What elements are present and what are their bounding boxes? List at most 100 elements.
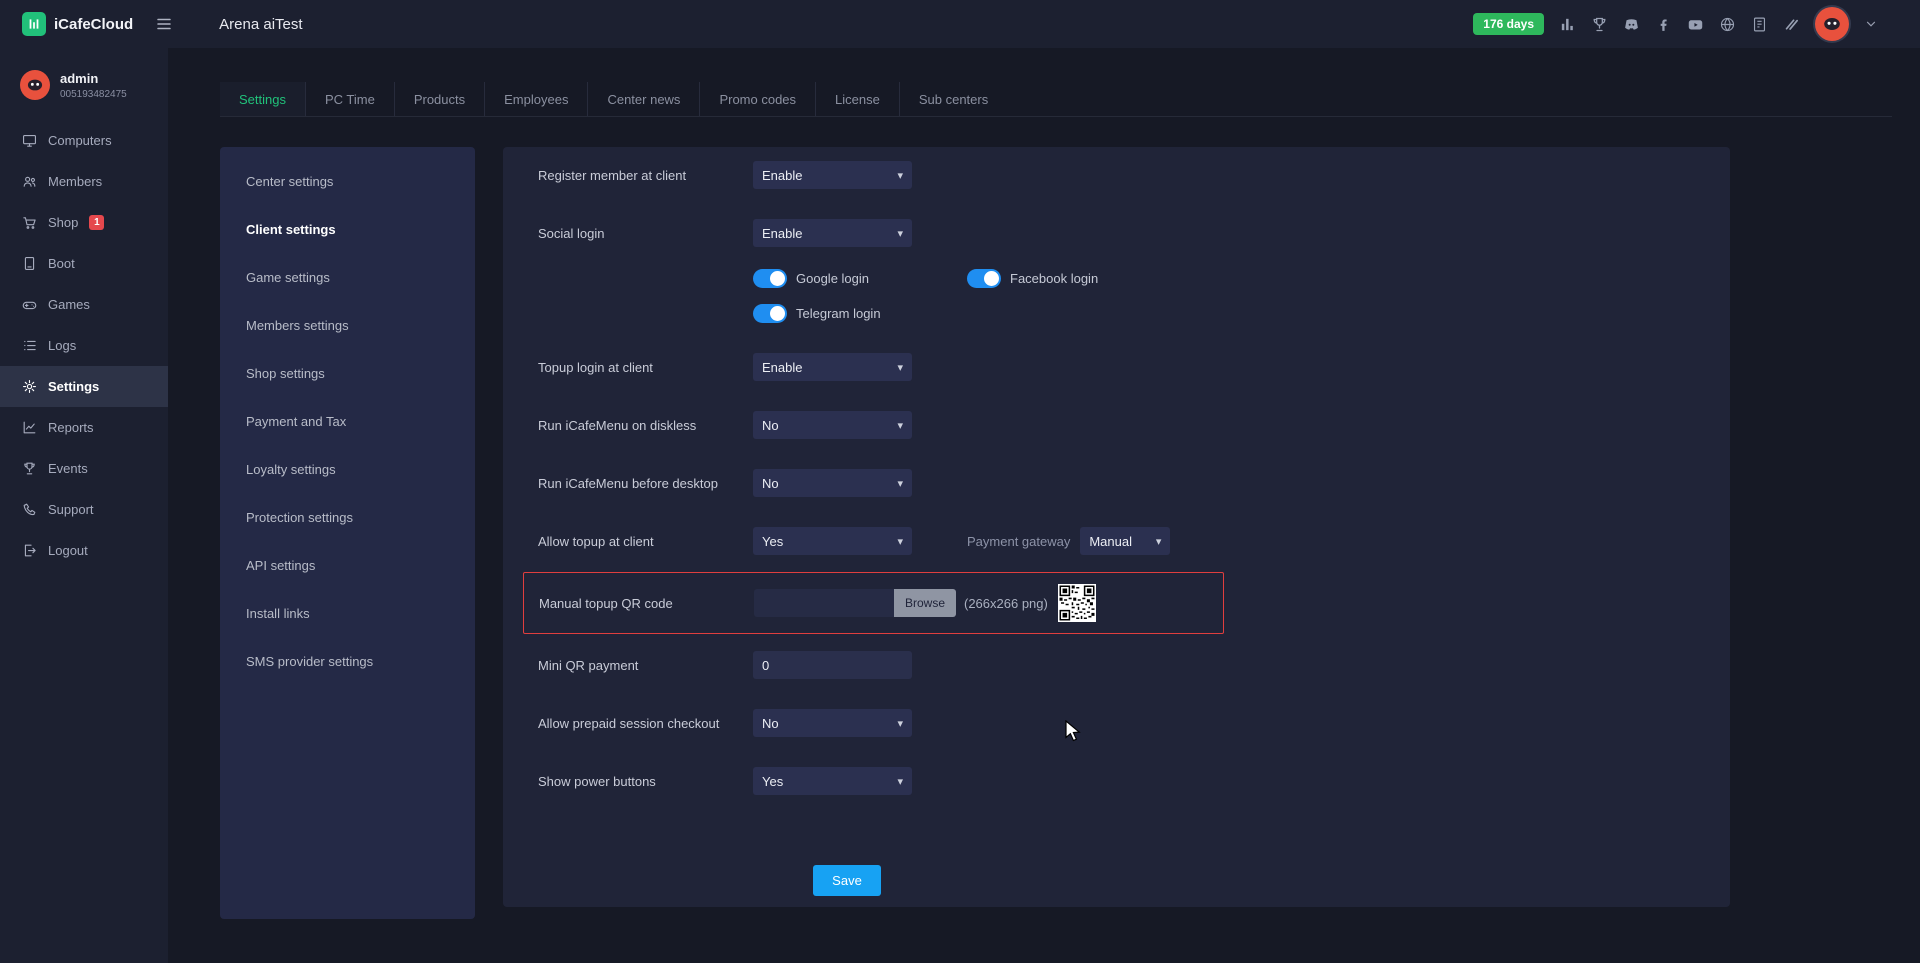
subnav-game-settings[interactable]: Game settings: [220, 253, 475, 301]
computers-icon: [22, 133, 37, 148]
row-allow-topup: Allow topup at client Yes▾ Payment gatew…: [503, 527, 1730, 555]
subnav-install-links[interactable]: Install links: [220, 589, 475, 637]
tab-products[interactable]: Products: [394, 82, 484, 116]
games-icon: [22, 297, 37, 312]
facebook-login-toggle[interactable]: Facebook login: [967, 269, 1181, 288]
topup-login-select[interactable]: Enable▾: [753, 353, 912, 381]
row-social-login: Social login Enable▾: [503, 219, 1730, 247]
payment-gateway-select[interactable]: Manual▾: [1080, 527, 1170, 555]
row-prepaid-checkout: Allow prepaid session checkout No▾: [503, 709, 1730, 737]
website-icon[interactable]: [1719, 16, 1736, 33]
sidebar-item-members[interactable]: Members: [0, 161, 168, 202]
discord-icon[interactable]: [1623, 16, 1640, 33]
toggle-switch-on: [753, 304, 787, 323]
sidebar-avatar: [20, 70, 50, 100]
sidebar: admin 005193482475 Computers Members Sho…: [0, 48, 168, 963]
sidebar-item-computers[interactable]: Computers: [0, 120, 168, 161]
subnav-members-settings[interactable]: Members settings: [220, 301, 475, 349]
tab-settings[interactable]: Settings: [220, 82, 305, 116]
stats-icon[interactable]: [1559, 16, 1576, 33]
support-phone-icon: [22, 502, 37, 517]
sidebar-item-shop[interactable]: Shop 1: [0, 202, 168, 243]
payment-gateway-label: Payment gateway: [967, 534, 1070, 549]
sidebar-item-support[interactable]: Support: [0, 489, 168, 530]
user-name: admin: [60, 71, 127, 86]
tab-employees[interactable]: Employees: [484, 82, 587, 116]
qr-file-input[interactable]: Browse: [754, 589, 956, 617]
shop-cart-icon: [22, 215, 37, 230]
row-topup-login: Topup login at client Enable▾: [503, 353, 1730, 381]
events-icon: [22, 461, 37, 476]
row-manual-topup-qr: Manual topup QR code Browse (266x266 png…: [523, 572, 1224, 634]
main-area: Settings PC Time Products Employees Cent…: [168, 48, 1920, 963]
sidebar-user-block[interactable]: admin 005193482475: [0, 48, 168, 120]
mini-qr-input[interactable]: [753, 651, 912, 679]
allow-topup-select[interactable]: Yes▾: [753, 527, 912, 555]
tab-sub-centers[interactable]: Sub centers: [899, 82, 1007, 116]
user-avatar[interactable]: [1815, 7, 1849, 41]
topbar: iCafeCloud Arena aiTest 176 days: [0, 0, 1920, 48]
shop-count-badge: 1: [89, 215, 104, 230]
tournament-icon[interactable]: [1591, 16, 1608, 33]
license-days-badge[interactable]: 176 days: [1473, 13, 1544, 35]
subnav-api-settings[interactable]: API settings: [220, 541, 475, 589]
sidebar-item-events[interactable]: Events: [0, 448, 168, 489]
sidebar-item-settings[interactable]: Settings: [0, 366, 168, 407]
row-run-diskless: Run iCafeMenu on diskless No▾: [503, 411, 1730, 439]
row-social-toggles: Google login Facebook login Telegram log…: [503, 269, 1730, 323]
tab-pc-time[interactable]: PC Time: [305, 82, 394, 116]
browse-button[interactable]: Browse: [894, 589, 956, 617]
run-diskless-select[interactable]: No▾: [753, 411, 912, 439]
subnav-sms-provider-settings[interactable]: SMS provider settings: [220, 637, 475, 685]
tab-promo-codes[interactable]: Promo codes: [699, 82, 815, 116]
subnav-protection-settings[interactable]: Protection settings: [220, 493, 475, 541]
members-icon: [22, 174, 37, 189]
select-caret-icon: ▾: [897, 717, 903, 730]
brand-name: iCafeCloud: [54, 16, 133, 33]
logo-icon: [22, 12, 46, 36]
logs-icon: [22, 338, 37, 353]
user-id: 005193482475: [60, 89, 127, 100]
power-buttons-select[interactable]: Yes▾: [753, 767, 912, 795]
drivers-icon[interactable]: [1783, 16, 1800, 33]
run-before-desktop-select[interactable]: No▾: [753, 469, 912, 497]
select-caret-icon: ▾: [1156, 535, 1162, 548]
tab-license[interactable]: License: [815, 82, 899, 116]
sidebar-item-logout[interactable]: Logout: [0, 530, 168, 571]
subnav-payment-and-tax[interactable]: Payment and Tax: [220, 397, 475, 445]
select-caret-icon: ▾: [897, 419, 903, 432]
subnav-center-settings[interactable]: Center settings: [220, 157, 475, 205]
reports-icon: [22, 420, 37, 435]
select-caret-icon: ▾: [897, 361, 903, 374]
select-caret-icon: ▾: [897, 535, 903, 548]
sidebar-item-reports[interactable]: Reports: [0, 407, 168, 448]
tab-center-news[interactable]: Center news: [587, 82, 699, 116]
boot-icon: [22, 256, 37, 271]
row-power-buttons: Show power buttons Yes▾: [503, 767, 1730, 795]
subnav-client-settings[interactable]: Client settings: [220, 205, 475, 253]
sidebar-item-boot[interactable]: Boot: [0, 243, 168, 284]
youtube-icon[interactable]: [1687, 16, 1704, 33]
tab-bar: Settings PC Time Products Employees Cent…: [220, 82, 1892, 117]
settings-subnav: Center settings Client settings Game set…: [220, 147, 475, 919]
select-caret-icon: ▾: [897, 775, 903, 788]
qr-size-hint: (266x266 png): [964, 596, 1048, 611]
subnav-loyalty-settings[interactable]: Loyalty settings: [220, 445, 475, 493]
menu-toggle-icon[interactable]: [155, 15, 173, 33]
toggle-switch-on: [753, 269, 787, 288]
social-login-select[interactable]: Enable▾: [753, 219, 912, 247]
save-button[interactable]: Save: [813, 865, 881, 896]
kiosk-icon[interactable]: [1751, 16, 1768, 33]
app-logo[interactable]: iCafeCloud: [22, 12, 133, 36]
facebook-icon[interactable]: [1655, 16, 1672, 33]
subnav-shop-settings[interactable]: Shop settings: [220, 349, 475, 397]
sidebar-item-logs[interactable]: Logs: [0, 325, 168, 366]
prepaid-checkout-select[interactable]: No▾: [753, 709, 912, 737]
row-register-member: Register member at client Enable▾: [503, 161, 1730, 189]
google-login-toggle[interactable]: Google login: [753, 269, 967, 288]
page-title: Arena aiTest: [219, 16, 302, 33]
telegram-login-toggle[interactable]: Telegram login: [753, 304, 967, 323]
sidebar-item-games[interactable]: Games: [0, 284, 168, 325]
register-member-select[interactable]: Enable▾: [753, 161, 912, 189]
chevron-down-icon[interactable]: [1864, 17, 1878, 31]
